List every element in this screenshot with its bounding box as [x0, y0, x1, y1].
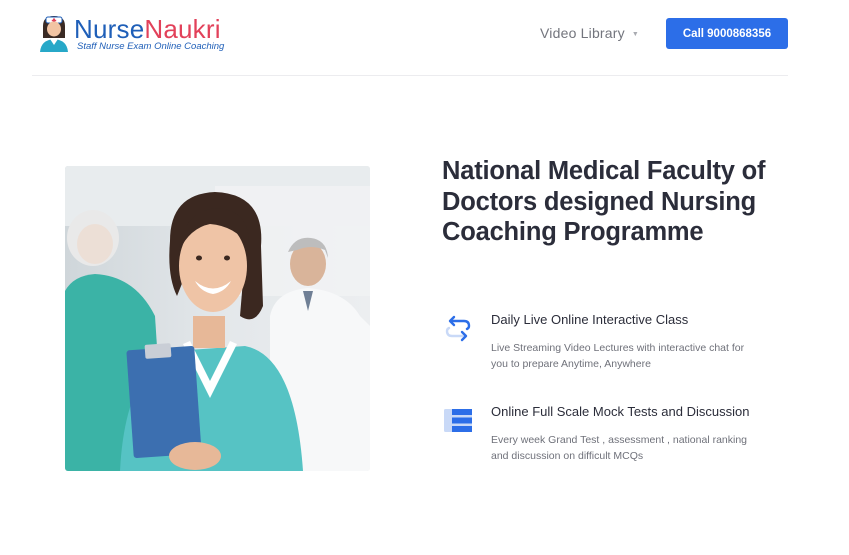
list-icon: [444, 409, 472, 432]
hero-nurse-photo: [65, 166, 370, 471]
header-divider: [32, 75, 788, 76]
logo-tagline: Staff Nurse Exam Online Coaching: [77, 41, 225, 52]
feature-title: Online Full Scale Mock Tests and Discuss…: [491, 404, 750, 419]
logo-wordmark: NurseNaukri: [74, 14, 221, 44]
chevron-down-icon: ▼: [631, 30, 639, 38]
nav-video-library[interactable]: Video Library ▼: [540, 25, 639, 41]
feature-description: Live Streaming Video Lectures with inter…: [491, 342, 745, 370]
live-stream-arrows-icon: [445, 315, 471, 342]
call-button[interactable]: Call 9000868356: [666, 18, 788, 49]
logo[interactable]: NurseNaukri Staff Nurse Exam Online Coac…: [38, 14, 238, 54]
nurse-avatar-icon: [40, 16, 68, 52]
nav-video-library-label: Video Library: [540, 25, 625, 41]
site-header: NurseNaukri Staff Nurse Exam Online Coac…: [0, 0, 849, 76]
feature-title: Daily Live Online Interactive Class: [491, 312, 689, 327]
hero-headline: National Medical Faculty of Doctors desi…: [442, 157, 766, 246]
feature-description: Every week Grand Test , assessment , nat…: [491, 434, 748, 462]
